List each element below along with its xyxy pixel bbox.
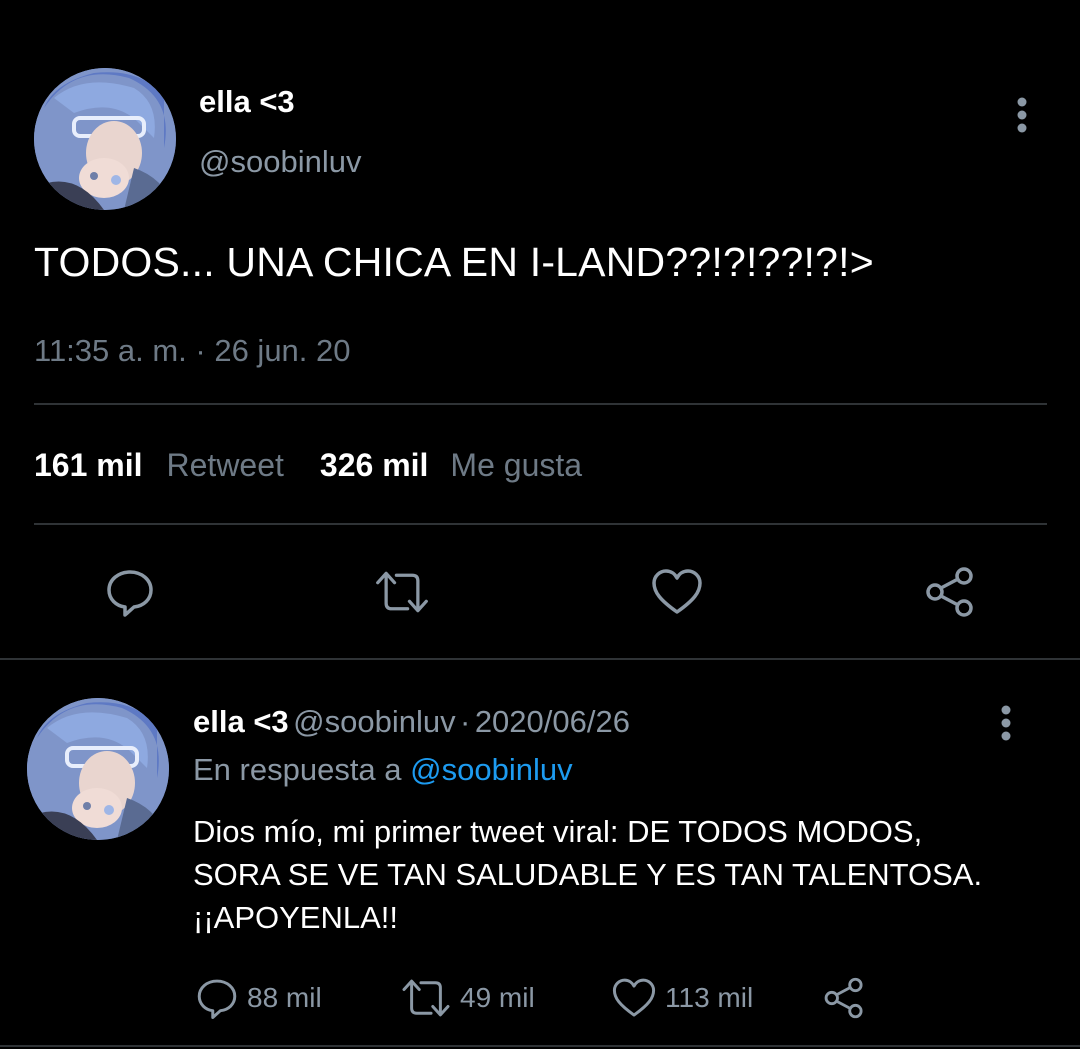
- avatar-image: [27, 698, 169, 840]
- retweet-count[interactable]: 161 mil: [34, 447, 143, 484]
- reply-author-display-name[interactable]: ella <3: [193, 704, 289, 739]
- tweet-timestamp[interactable]: 11:35 a. m. · 26 jun. 20: [34, 333, 351, 369]
- tweet-text: TODOS... UNA CHICA EN I-LAND??!?!??!?!>: [34, 239, 874, 285]
- reply-date[interactable]: 2020/06/26: [475, 704, 630, 739]
- divider: [34, 403, 1047, 405]
- divider: [34, 523, 1047, 525]
- heart-icon[interactable]: [649, 564, 705, 620]
- more-vertical-icon[interactable]: [1007, 90, 1037, 140]
- more-vertical-icon[interactable]: [991, 698, 1021, 748]
- in-reply-to: En respuesta a @soobinluv: [193, 752, 573, 788]
- reply-text: Dios mío, mi primer tweet viral: DE TODO…: [193, 814, 983, 935]
- reply-icon: [197, 979, 237, 1019]
- heart-icon: [612, 978, 656, 1017]
- like-count[interactable]: 326 mil: [320, 447, 429, 484]
- reply-like-button[interactable]: 113 mil: [611, 976, 753, 1020]
- reply-author-handle[interactable]: @soobinluv: [293, 704, 455, 739]
- bottom-divider: [0, 1045, 1080, 1047]
- like-label[interactable]: Me gusta: [450, 447, 582, 484]
- avatar[interactable]: [34, 68, 176, 210]
- retweet-icon[interactable]: [374, 564, 430, 620]
- retweet-label[interactable]: Retweet: [167, 447, 284, 484]
- in-reply-prefix: En respuesta a: [193, 752, 402, 787]
- reply-share-button[interactable]: [822, 976, 866, 1020]
- share-icon[interactable]: [922, 564, 978, 620]
- retweet-icon: [402, 979, 450, 1017]
- section-divider: [0, 658, 1080, 660]
- reply-header: ella <3 @soobinluv · 2020/06/26: [193, 704, 630, 740]
- retweet-count: 49 mil: [460, 982, 535, 1013]
- tweet-stats: 161 mil Retweet 326 mil Me gusta: [34, 447, 582, 484]
- reply-separator: ·: [460, 704, 471, 739]
- share-icon: [824, 977, 863, 1019]
- reply-count: 88 mil: [247, 982, 322, 1013]
- reply-icon[interactable]: [102, 564, 158, 620]
- reply-avatar[interactable]: [27, 698, 169, 840]
- author-handle[interactable]: @soobinluv: [199, 144, 361, 180]
- avatar-image: [34, 68, 176, 210]
- reply-retweet-button[interactable]: 49 mil: [400, 976, 535, 1020]
- author-display-name[interactable]: ella <3: [199, 84, 295, 120]
- like-count: 113 mil: [665, 982, 754, 1013]
- in-reply-mention[interactable]: @soobinluv: [410, 752, 572, 787]
- reply-reply-button[interactable]: 88 mil: [195, 976, 322, 1020]
